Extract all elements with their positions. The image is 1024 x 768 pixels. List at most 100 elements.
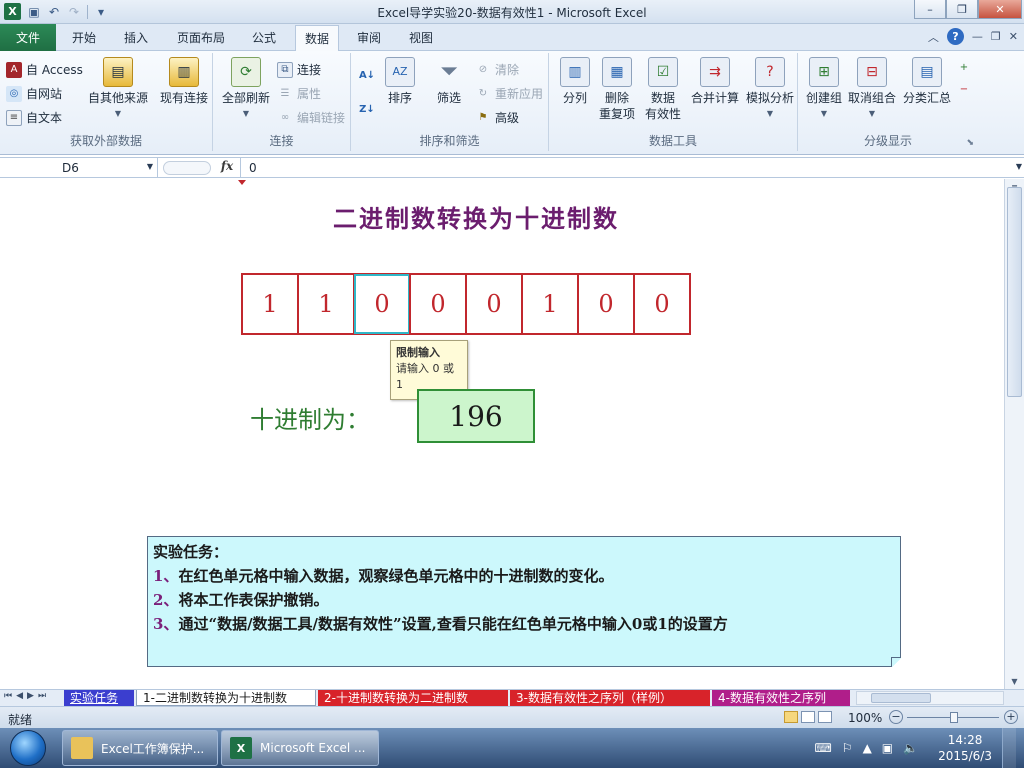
- sort-button[interactable]: AZ 排序: [383, 57, 417, 106]
- normal-view-button[interactable]: [784, 711, 798, 723]
- clear-label: 清除: [495, 63, 520, 77]
- expand-formula-bar-icon[interactable]: ▼: [1016, 162, 1022, 171]
- system-tray: ⌨ ⚐ ▲ ▣ 🔈 14:28 2015/6/3: [814, 728, 1024, 768]
- text-to-columns-button[interactable]: ▥ 分列: [557, 57, 593, 106]
- existing-connections-button[interactable]: ▥ 现有连接: [156, 57, 212, 106]
- zoom-out-icon[interactable]: −: [889, 710, 903, 724]
- binary-digit-cell[interactable]: 1: [521, 273, 579, 335]
- tooltip-line-1: 请输入 0 或: [396, 362, 454, 375]
- vertical-scrollbar[interactable]: ═ ▼: [1004, 179, 1024, 689]
- binary-digit-cell[interactable]: 0: [465, 273, 523, 335]
- tab-formulas[interactable]: 公式: [252, 29, 276, 46]
- filter-button[interactable]: ⏷ 筛选: [431, 57, 467, 106]
- dialog-launcher-icon[interactable]: ⬊: [966, 138, 974, 148]
- insert-function-icon[interactable]: fx: [216, 159, 238, 177]
- web-icon: ◎: [6, 85, 22, 102]
- subtotal-button[interactable]: ▤ 分类汇总: [900, 57, 954, 106]
- from-other-sources-button[interactable]: ▤ 自其他来源 ▼: [86, 57, 150, 122]
- data-validation-button[interactable]: ☑ 数据 有效性: [641, 57, 685, 122]
- workbook-minimize-icon[interactable]: —: [972, 30, 983, 43]
- help-icon[interactable]: ?: [946, 28, 964, 45]
- prev-sheet-icon[interactable]: ◀: [16, 691, 23, 701]
- remove-duplicates-button[interactable]: ▦ 删除 重复项: [597, 57, 637, 122]
- first-sheet-icon[interactable]: ⏮: [4, 691, 12, 701]
- start-button[interactable]: [4, 728, 52, 768]
- show-hidden-icons[interactable]: ▲: [863, 741, 872, 755]
- chevron-down-icon[interactable]: ▼: [147, 162, 153, 171]
- page-layout-view-button[interactable]: [801, 711, 815, 723]
- binary-digit-cell[interactable]: 0: [577, 273, 635, 335]
- properties-button[interactable]: ☰ 属性: [277, 85, 322, 102]
- clock[interactable]: 14:28 2015/6/3: [938, 732, 992, 764]
- binary-digit-cell[interactable]: 1: [241, 273, 299, 335]
- next-sheet-icon[interactable]: ▶: [27, 691, 34, 701]
- sort-descending-button[interactable]: Z↓: [359, 101, 375, 117]
- tab-file[interactable]: 文件: [0, 24, 56, 51]
- workbook-restore-icon[interactable]: ❐: [991, 30, 1001, 43]
- page-break-view-button[interactable]: [818, 711, 832, 723]
- ungroup-button[interactable]: ⊟ 取消组合 ▼: [846, 57, 898, 122]
- binary-digit-cell[interactable]: 0: [409, 273, 467, 335]
- tab-review[interactable]: 审阅: [357, 29, 381, 46]
- zoom-level[interactable]: 100%: [848, 711, 882, 725]
- what-if-analysis-button[interactable]: ? 模拟分析 ▼: [743, 57, 797, 122]
- binary-digit-cell[interactable]: 0: [353, 273, 411, 335]
- sheet-tab-binary-to-decimal[interactable]: 1-二进制数转换为十进制数: [136, 690, 316, 706]
- tab-page-layout[interactable]: 页面布局: [177, 29, 225, 46]
- status-bar: 就绪 100% − +: [0, 706, 1024, 728]
- zoom-slider-knob[interactable]: [950, 712, 958, 723]
- minimize-ribbon-icon[interactable]: ︿: [928, 29, 939, 45]
- properties-icon: ☰: [280, 88, 290, 99]
- vertical-scroll-thumb[interactable]: [1007, 187, 1022, 397]
- close-button[interactable]: ✕: [978, 0, 1022, 19]
- show-desktop-button[interactable]: [1002, 728, 1016, 768]
- sheet-tab-validation-sample[interactable]: 3-数据有效性之序列（样例）: [510, 690, 710, 706]
- binary-digit-cell[interactable]: 1: [297, 273, 355, 335]
- connections-button[interactable]: ⧉ 连接: [277, 61, 321, 78]
- sheet-tab-decimal-to-binary[interactable]: 2-十进制数转换为二进制数: [318, 690, 508, 706]
- hide-detail-button[interactable]: −: [956, 81, 972, 97]
- clear-filter-button[interactable]: ⊘ 清除: [475, 61, 519, 78]
- restore-button[interactable]: ❐: [946, 0, 978, 19]
- worksheet[interactable]: 二进制数转换为十进制数 1 1 0 0 0 1 0 0 限制输入 请输入 0 或…: [0, 179, 1004, 689]
- zoom-in-icon[interactable]: +: [1004, 710, 1018, 724]
- horizontal-scrollbar[interactable]: [856, 691, 1004, 705]
- from-access-button[interactable]: A 自 Access: [6, 61, 83, 78]
- task-textbox[interactable]: 实验任务： 1、在红色单元格中输入数据，观察绿色单元格中的十进制数的变化。 2、…: [147, 536, 901, 667]
- scroll-down-icon[interactable]: ▼: [1007, 674, 1022, 689]
- advanced-filter-button[interactable]: ⚑ 高级: [475, 109, 520, 126]
- workbook-close-icon[interactable]: ✕: [1009, 30, 1018, 43]
- reapply-button[interactable]: ↻ 重新应用: [475, 85, 543, 102]
- tab-insert[interactable]: 插入: [124, 29, 148, 46]
- decimal-result-cell[interactable]: 196: [417, 389, 535, 443]
- show-detail-button[interactable]: +: [956, 59, 972, 75]
- formula-bar-splitter[interactable]: [163, 161, 211, 175]
- last-sheet-icon[interactable]: ⏭: [38, 691, 46, 701]
- edit-links-icon: ∞: [280, 112, 290, 123]
- binary-digit-cell[interactable]: 0: [633, 273, 691, 335]
- group-button[interactable]: ⊞ 创建组 ▼: [802, 57, 846, 122]
- taskbar-item-excel[interactable]: X Microsoft Excel ...: [221, 730, 379, 766]
- network-icon[interactable]: ▣: [882, 741, 893, 755]
- sheet-tab-validation-list[interactable]: 4-数据有效性之序列: [712, 690, 850, 706]
- consolidate-button[interactable]: ⇉ 合并计算: [689, 57, 741, 106]
- taskbar-item-explorer[interactable]: Excel工作簿保护...: [62, 730, 218, 766]
- from-web-button[interactable]: ◎ 自网站: [6, 85, 62, 102]
- tab-home[interactable]: 开始: [72, 29, 96, 46]
- window-title: Excel导学实验20-数据有效性1 - Microsoft Excel: [377, 6, 647, 20]
- tab-data[interactable]: 数据: [295, 25, 340, 52]
- sheet-tab-task[interactable]: 实验任务: [64, 690, 134, 706]
- remove-duplicates-label-1: 删除: [604, 91, 629, 105]
- name-box[interactable]: D6 ▼: [0, 158, 158, 178]
- volume-icon[interactable]: 🔈: [903, 741, 918, 755]
- keyboard-icon[interactable]: ⌨: [814, 741, 831, 755]
- ime-icon[interactable]: ⚐: [842, 741, 853, 755]
- from-text-button[interactable]: ≡ 自文本: [6, 109, 62, 126]
- minimize-button[interactable]: –: [914, 0, 946, 19]
- tab-view[interactable]: 视图: [409, 29, 433, 46]
- refresh-all-button[interactable]: ⟳ 全部刷新 ▼: [219, 57, 273, 122]
- horizontal-scroll-thumb[interactable]: [871, 693, 931, 703]
- edit-links-button[interactable]: ∞ 编辑链接: [277, 109, 345, 126]
- formula-input[interactable]: 0: [240, 158, 1008, 178]
- sort-ascending-button[interactable]: A↓: [359, 67, 375, 83]
